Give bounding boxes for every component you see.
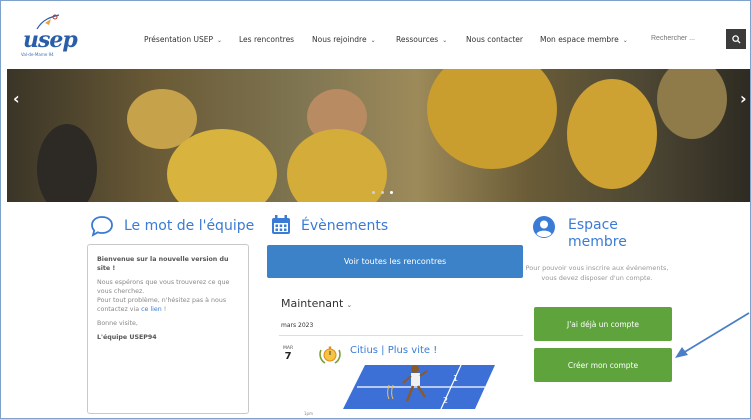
running-track-illustration: 1 2 [343,364,495,410]
hero-photo-shape [37,124,97,202]
svg-text:2: 2 [443,396,448,405]
page-frame: usep Val-de-Marne 94 Présentation USEP ⌄ … [0,0,751,419]
period-selector[interactable]: Maintenant ⌄ [281,297,352,310]
user-circle-icon [533,216,555,238]
nav-espace-membre[interactable]: Mon espace membre ⌄ [540,35,628,44]
team-section-title: Le mot de l'équipe [124,218,255,234]
carousel-next-arrow-icon[interactable]: › [740,89,747,108]
logo-text: usep [23,27,78,53]
member-section-title: Espace [568,217,618,233]
create-account-button[interactable]: Créer mon compte [534,348,672,382]
nav-label: Ressources [396,35,439,44]
period-label: Maintenant [281,297,344,310]
events-section-title: Évènements [301,218,389,234]
carousel-dot-active[interactable] [390,191,393,194]
chevron-down-icon: ⌄ [346,301,353,309]
member-info-text: Pour pouvoir vous inscrire aux événement… [525,264,669,282]
hero-photo-shape [657,69,727,139]
event-day: 7 [284,351,292,362]
nav-rencontres[interactable]: Les rencontres [239,35,294,44]
search-button[interactable] [726,29,746,49]
event-title-link[interactable]: Citius | Plus vite ! [350,345,437,356]
carousel-dot[interactable] [372,191,375,194]
team-text: ! [161,306,167,313]
carousel-dot[interactable] [381,191,384,194]
carousel-prev-arrow-icon[interactable]: ‹ [13,89,20,108]
speech-bubble-icon [91,216,113,237]
nav-nous-rejoindre[interactable]: Nous rejoindre ⌄ [312,35,376,44]
site-header: usep Val-de-Marne 94 Présentation USEP ⌄ … [1,1,750,69]
site-logo[interactable]: usep Val-de-Marne 94 [19,14,79,59]
nav-label: Nous contacter [466,35,524,44]
search-input[interactable] [645,29,721,47]
stopwatch-laurel-icon [319,346,341,364]
event-date: MAR 7 [283,346,293,362]
nav-label: Les rencontres [239,35,295,44]
login-button[interactable]: J'ai déjà un compte [534,307,672,341]
chevron-down-icon: ⌄ [370,37,376,44]
logo-tagline: Val-de-Marne 94 [21,52,54,57]
signature-text: L'équipe USEP94 [97,334,157,341]
chevron-down-icon: ⌄ [442,37,448,44]
contact-link[interactable]: ce lien [141,306,162,313]
team-text: Nous espérons que vous trouverez ce que … [97,279,230,295]
month-label: mars 2023 [281,322,314,329]
annotation-arrow-icon [675,312,750,358]
chevron-down-icon: ⌄ [217,37,223,44]
hero-slider: ‹ › [7,69,750,202]
greeting-text: Bonne visite, [97,320,138,327]
nav-ressources[interactable]: Ressources ⌄ [396,35,447,44]
svg-text:1: 1 [453,374,458,383]
chevron-down-icon: ⌄ [622,37,628,44]
nav-label: Nous rejoindre [312,35,367,44]
hero-photo-shape [567,79,657,189]
nav-contact[interactable]: Nous contacter [466,35,523,44]
nav-label: Mon espace membre [540,35,619,44]
welcome-text: Bienvenue sur la nouvelle version du sit… [97,256,229,272]
member-section-title-line2: membre [568,234,627,250]
hero-photo-shape [427,69,557,169]
all-events-button[interactable]: Voir toutes les rencontres [267,245,523,278]
search-icon [731,34,741,44]
nav-label: Présentation USEP [144,35,213,44]
carousel-dots [372,191,393,194]
event-time: 1pm [304,411,313,416]
team-message-card: Bienvenue sur la nouvelle version du sit… [87,244,249,414]
divider [279,335,523,336]
calendar-icon [272,215,290,234]
nav-presentation[interactable]: Présentation USEP ⌄ [144,35,222,44]
team-text-line1: Nous espérons que vous trouverez ce que … [97,278,239,314]
